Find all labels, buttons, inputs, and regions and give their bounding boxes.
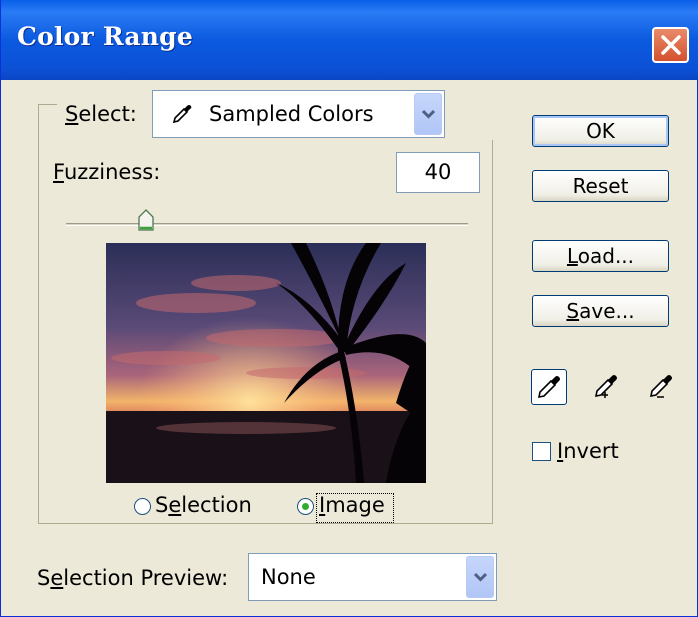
close-button[interactable]: [652, 27, 689, 63]
fuzziness-slider-track[interactable]: [66, 223, 468, 226]
title-bar[interactable]: Color Range: [1, 0, 698, 80]
radio-selected-dot: [302, 503, 309, 510]
dialog-body: Select: Sampled Colors Fuzziness: 40 Sel…: [1, 80, 698, 617]
select-dropdown[interactable]: Sampled Colors: [152, 90, 445, 138]
selection-preview-value: None: [261, 565, 316, 589]
image-radio[interactable]: [297, 498, 314, 515]
image-preview: [106, 243, 426, 483]
add-to-sample-eyedropper-icon: [594, 375, 617, 398]
invert-label: Invert: [557, 439, 619, 463]
subtract-from-sample-button[interactable]: [644, 369, 680, 405]
selection-preview-label: Selection Preview:: [37, 566, 229, 590]
color-range-dialog: Color Range Select: Sampled Colors Fuzzi…: [0, 0, 698, 617]
chevron-down-icon: [474, 572, 487, 582]
fuzziness-slider-thumb[interactable]: [138, 209, 155, 231]
eyedropper-icon: [537, 376, 560, 399]
select-row: Select: Sampled Colors: [57, 90, 497, 140]
eyedropper-icon: [172, 105, 192, 124]
select-label: Select:: [65, 102, 137, 126]
selection-radio-label: Selection: [155, 493, 252, 517]
fuzziness-input[interactable]: 40: [396, 152, 480, 193]
reset-button[interactable]: Reset: [532, 170, 669, 202]
save-button[interactable]: Save...: [532, 295, 669, 327]
add-to-sample-button[interactable]: [589, 369, 625, 405]
select-value: Sampled Colors: [209, 102, 374, 126]
select-dropdown-arrow[interactable]: [414, 93, 442, 135]
subtract-from-sample-eyedropper-icon: [649, 375, 672, 398]
invert-checkbox[interactable]: [532, 442, 551, 461]
window-title: Color Range: [17, 22, 193, 51]
chevron-down-icon: [422, 109, 435, 119]
load-button[interactable]: Load...: [532, 240, 669, 272]
selection-radio[interactable]: [134, 498, 151, 515]
image-radio-label: Image: [319, 493, 385, 517]
selection-preview-dropdown-arrow[interactable]: [466, 556, 494, 598]
close-icon: [661, 35, 681, 55]
fuzziness-label: Fuzziness:: [53, 160, 161, 184]
selection-preview-dropdown[interactable]: None: [248, 553, 497, 601]
ok-button[interactable]: OK: [532, 115, 669, 147]
eyedropper-tool-button[interactable]: [531, 369, 567, 405]
